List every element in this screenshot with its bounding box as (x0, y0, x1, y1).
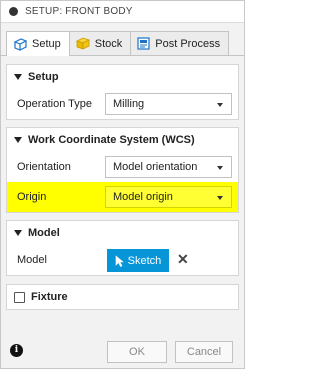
fixture-label: Fixture (31, 291, 68, 303)
orientation-select[interactable]: Model orientation (105, 156, 232, 178)
dialog-footer: i OK Cancel (1, 335, 244, 369)
tab-post-process-label: Post Process (155, 37, 221, 50)
setup-section-title: Setup (28, 71, 59, 83)
dialog-status-icon (9, 7, 18, 16)
sketch-button-label: Sketch (127, 254, 162, 267)
tab-post-process[interactable]: Post Process (130, 31, 230, 55)
orientation-row: Orientation Model orientation (7, 152, 238, 182)
setup-section: Setup Operation Type Milling (6, 64, 239, 120)
operation-type-value: Milling (113, 98, 145, 110)
operation-type-label: Operation Type (17, 98, 93, 110)
chevron-down-icon (217, 166, 223, 170)
tab-stock[interactable]: Stock (68, 31, 132, 55)
tab-stock-label: Stock (94, 37, 123, 50)
model-section-header[interactable]: Model (7, 221, 238, 245)
tab-setup-label: Setup (32, 38, 61, 50)
title-bar[interactable]: SETUP: FRONT BODY (1, 1, 244, 23)
cancel-button[interactable]: Cancel (175, 341, 233, 363)
origin-value: Model origin (113, 191, 173, 203)
model-label: Model (17, 254, 47, 266)
wcs-section-title: Work Coordinate System (WCS) (28, 134, 195, 146)
tab-bar: Setup Stock Post Process (6, 31, 230, 56)
setup-dialog: SETUP: FRONT BODY Setup Stock Post Proce… (0, 0, 245, 369)
model-section-title: Model (28, 227, 60, 239)
wcs-section-header[interactable]: Work Coordinate System (WCS) (7, 128, 238, 152)
setup-icon (13, 37, 27, 51)
operation-type-row: Operation Type Milling (7, 89, 238, 119)
model-row: Model Sketch ✕ (7, 245, 238, 275)
dialog-title: SETUP: FRONT BODY (25, 6, 133, 17)
setup-section-header[interactable]: Setup (7, 65, 238, 89)
collapse-triangle-icon (14, 230, 22, 236)
fixture-section: Fixture (6, 284, 239, 310)
origin-label: Origin (17, 191, 47, 203)
origin-select[interactable]: Model origin (105, 186, 232, 208)
post-process-icon (137, 37, 150, 50)
wcs-section: Work Coordinate System (WCS) Orientation… (6, 127, 239, 213)
origin-row: Origin Model origin (7, 182, 238, 212)
collapse-triangle-icon (14, 74, 22, 80)
collapse-triangle-icon (14, 137, 22, 143)
orientation-value: Model orientation (113, 161, 198, 173)
chevron-down-icon (217, 196, 223, 200)
chevron-down-icon (217, 103, 223, 107)
stock-icon (75, 37, 90, 50)
fixture-section-header[interactable]: Fixture (7, 285, 238, 309)
fixture-checkbox[interactable] (14, 291, 25, 303)
clear-selection-icon[interactable]: ✕ (177, 251, 189, 268)
model-section: Model Model Sketch ✕ (6, 220, 239, 276)
operation-type-select[interactable]: Milling (105, 93, 232, 115)
tab-setup[interactable]: Setup (6, 31, 70, 56)
cursor-arrow-icon (115, 254, 124, 267)
model-select-button[interactable]: Sketch (107, 249, 169, 272)
ok-button[interactable]: OK (107, 341, 167, 363)
info-icon[interactable]: i (10, 344, 23, 357)
orientation-label: Orientation (17, 161, 71, 173)
